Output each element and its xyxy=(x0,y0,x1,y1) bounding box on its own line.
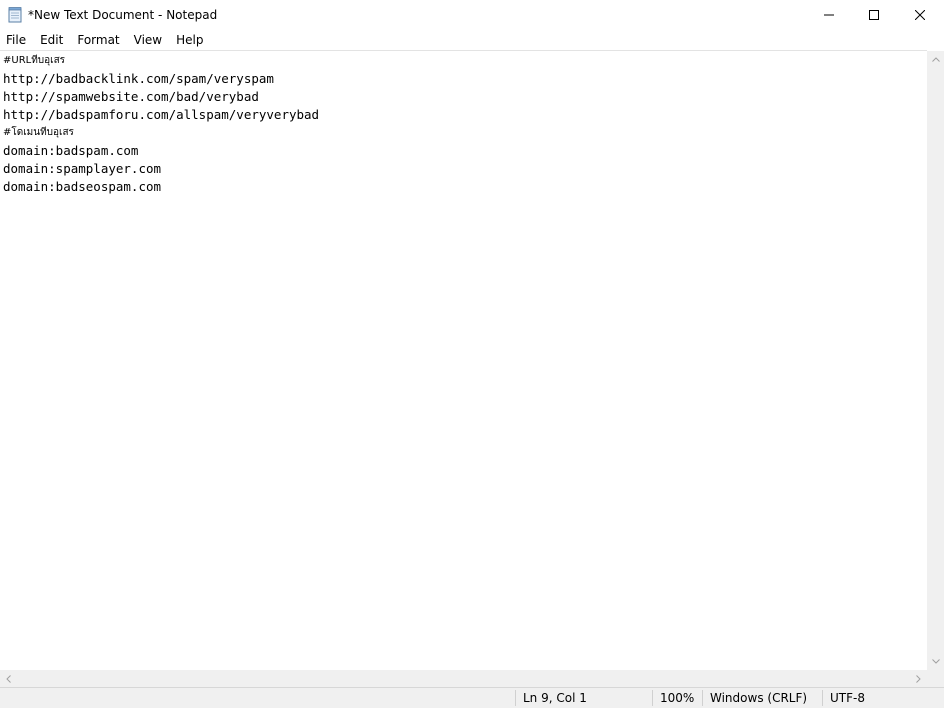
scroll-left-button[interactable] xyxy=(0,670,17,687)
text-line: http://spamwebsite.com/bad/verybad xyxy=(3,89,259,104)
line-ending: Windows (CRLF) xyxy=(710,691,808,705)
zoom-level: 100% xyxy=(660,691,695,705)
text-line: http://badspamforu.com/allspam/veryveryb… xyxy=(3,107,320,122)
chevron-right-icon xyxy=(916,674,921,683)
text-line: #โดเมนทีบอุเสร xyxy=(3,127,74,138)
notepad-icon xyxy=(8,7,22,23)
text-line: domain:badspam.com xyxy=(3,143,139,158)
text-line: #URLทีบอุเสร xyxy=(3,55,66,66)
text-editor[interactable]: #URLทีบอุเสร http://badbacklink.com/spam… xyxy=(0,50,927,670)
menu-edit[interactable]: Edit xyxy=(33,30,70,50)
minimize-button[interactable] xyxy=(806,0,852,30)
status-divider xyxy=(515,690,516,706)
text-line: domain:badseospam.com xyxy=(3,179,162,194)
encoding: UTF-8 xyxy=(830,691,865,705)
title-bar[interactable]: *New Text Document - Notepad xyxy=(0,0,944,30)
scroll-down-button[interactable] xyxy=(927,653,944,670)
status-divider xyxy=(652,690,653,706)
close-button[interactable] xyxy=(897,0,943,30)
window-title: *New Text Document - Notepad xyxy=(28,8,218,22)
scroll-right-button[interactable] xyxy=(910,670,927,687)
status-bar: Ln 9, Col 1 100% Windows (CRLF) UTF-8 xyxy=(0,687,944,708)
minimize-icon xyxy=(824,14,834,16)
scroll-up-button[interactable] xyxy=(927,51,944,68)
status-divider xyxy=(822,690,823,706)
text-line: http://badbacklink.com/spam/veryspam xyxy=(3,71,274,86)
menu-file[interactable]: File xyxy=(0,30,33,50)
maximize-button[interactable] xyxy=(851,0,897,30)
cursor-position: Ln 9, Col 1 xyxy=(523,691,587,705)
status-divider xyxy=(702,690,703,706)
menu-view[interactable]: View xyxy=(127,30,169,50)
menu-format[interactable]: Format xyxy=(70,30,126,50)
text-line: domain:spamplayer.com xyxy=(3,161,162,176)
maximize-icon xyxy=(869,10,879,20)
chevron-left-icon xyxy=(6,674,11,683)
menu-help[interactable]: Help xyxy=(169,30,210,50)
menu-bar: File Edit Format View Help xyxy=(0,30,944,50)
vertical-scrollbar[interactable] xyxy=(927,51,944,670)
chevron-up-icon xyxy=(931,57,940,62)
horizontal-scrollbar[interactable] xyxy=(0,670,927,687)
scrollbar-corner xyxy=(927,670,944,687)
close-icon xyxy=(915,10,925,20)
chevron-down-icon xyxy=(931,659,940,664)
